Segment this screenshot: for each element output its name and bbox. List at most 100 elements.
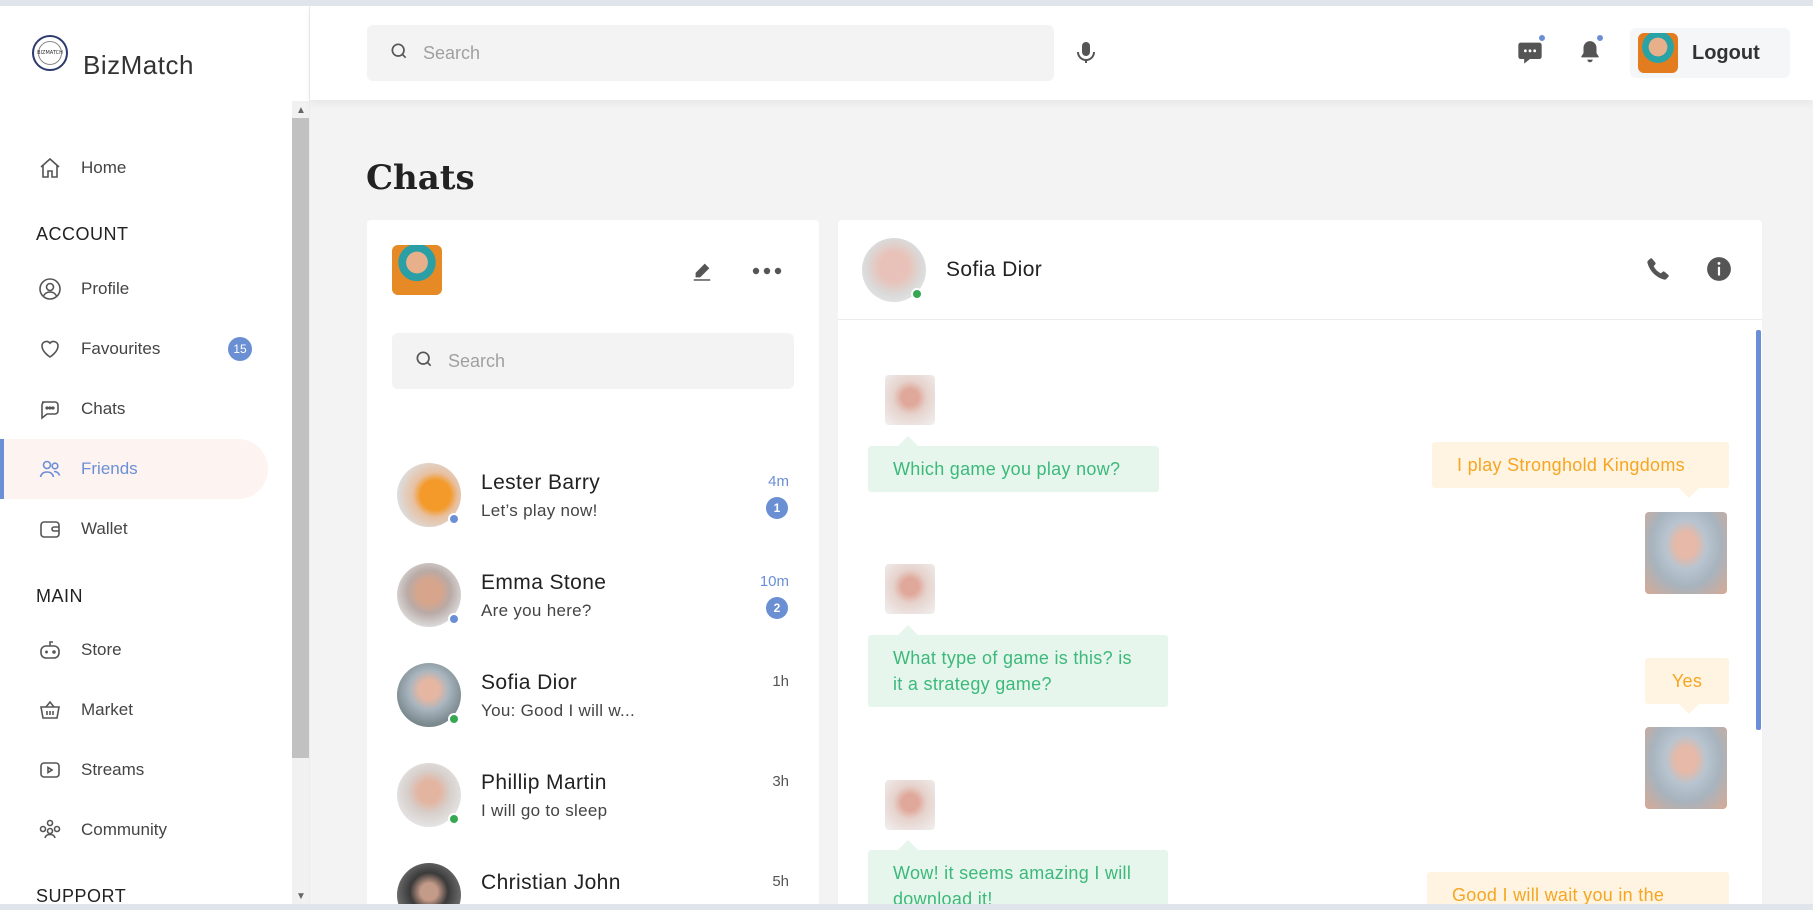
chat-search[interactable] xyxy=(392,333,794,389)
sidebar-item-label: Market xyxy=(81,700,133,719)
scroll-down-icon[interactable]: ▼ xyxy=(294,890,308,904)
my-message-avatar xyxy=(1645,727,1727,809)
chat-header: Sofia Dior xyxy=(838,220,1762,320)
info-icon[interactable] xyxy=(1704,254,1734,284)
conversation-item[interactable]: Phillip Martin I will go to sleep 3h xyxy=(367,745,819,845)
status-dot xyxy=(448,813,460,825)
message-time: 3h xyxy=(772,773,789,790)
bell-icon[interactable] xyxy=(1573,34,1607,69)
sidebar-item-label: Profile xyxy=(81,279,130,298)
message-time: 4m xyxy=(768,473,789,490)
sidebar-item-label: Chats xyxy=(81,399,126,418)
conversation-item[interactable]: Emma Stone Are you here? 10m 2 xyxy=(367,545,819,645)
sidebar-scrollbar-thumb[interactable] xyxy=(292,118,309,758)
conversation-item[interactable]: Sofia Dior You: Good I will w... 1h xyxy=(367,645,819,745)
logout-label: Logout xyxy=(1692,41,1760,64)
section-main: MAIN xyxy=(36,586,83,606)
last-message: You: Good I will w... xyxy=(481,701,636,720)
message-outgoing: I play Stronghold Kingdoms xyxy=(1432,442,1729,498)
sidebar-item-label: Community xyxy=(81,820,167,839)
sidebar-item-label: Streams xyxy=(81,760,145,779)
message-incoming: Which game you play now? xyxy=(868,436,1159,492)
users-icon xyxy=(37,456,63,482)
sidebar-item-community[interactable]: Community xyxy=(0,800,268,860)
sidebar-item-chats[interactable]: Chats xyxy=(0,379,268,439)
edit-icon[interactable] xyxy=(689,258,715,284)
window-bottom-border xyxy=(0,904,1813,910)
video-icon xyxy=(37,757,63,783)
sidebar-item-streams[interactable]: Streams xyxy=(0,740,268,800)
global-search[interactable] xyxy=(367,25,1054,81)
message-time: 1h xyxy=(772,673,789,690)
contact-name: Phillip Martin xyxy=(481,771,607,794)
unread-count-badge: 2 xyxy=(766,597,788,619)
sidebar-item-home[interactable]: Home xyxy=(0,138,268,198)
message-incoming: Wow! it seems amazing I will download it… xyxy=(868,840,1168,910)
section-support: SUPPORT xyxy=(36,886,127,904)
page-title: Chats xyxy=(366,158,475,198)
chat-search-input[interactable] xyxy=(448,350,790,372)
logo-text: BIZMATCH xyxy=(37,41,63,65)
sidebar-item-label: Friends xyxy=(81,459,138,478)
chat-list-panel: Lester Barry Let’s play now! 4m 1 Emma S… xyxy=(367,220,819,910)
sidebar-item-profile[interactable]: Profile xyxy=(0,259,268,319)
avatar xyxy=(397,863,461,910)
sidebar-item-label: Store xyxy=(81,640,122,659)
search-input[interactable] xyxy=(423,42,1022,64)
conversation-item[interactable]: Christian John Am waiting for thi... 5h xyxy=(367,845,819,910)
message-time: 10m xyxy=(759,573,789,590)
messages-scrollbar[interactable] xyxy=(1756,330,1761,730)
last-message: Let’s play now! xyxy=(481,501,598,520)
basket-icon xyxy=(37,697,63,723)
brand-name[interactable]: BizMatch xyxy=(83,50,194,81)
sender-avatar xyxy=(885,375,935,425)
contact-name: Sofia Dior xyxy=(481,671,578,694)
favourites-count-badge: 15 xyxy=(228,337,252,361)
more-options-icon[interactable] xyxy=(750,258,784,284)
sender-avatar xyxy=(885,564,935,614)
sidebar-item-label: Favourites xyxy=(81,339,161,358)
online-status-dot xyxy=(911,288,923,300)
scroll-up-icon[interactable]: ▲ xyxy=(294,104,308,118)
chat-bubble-icon xyxy=(37,396,63,422)
sender-avatar xyxy=(885,780,935,830)
last-message: Are you here? xyxy=(481,601,592,620)
contact-name: Sofia Dior xyxy=(946,258,1043,281)
sidebar-item-wallet[interactable]: Wallet xyxy=(0,499,268,559)
my-avatar[interactable] xyxy=(392,245,442,295)
search-icon xyxy=(414,349,434,374)
my-message-avatar xyxy=(1645,512,1727,594)
microphone-icon[interactable] xyxy=(1072,39,1100,67)
sidebar-item-market[interactable]: Market xyxy=(0,680,268,740)
message-time: 5h xyxy=(772,873,789,890)
sidebar-item-store[interactable]: Store xyxy=(0,620,268,680)
conversation-item[interactable]: Lester Barry Let’s play now! 4m 1 xyxy=(367,445,819,545)
message-outgoing: Yes xyxy=(1645,658,1729,714)
message-incoming: What type of game is this? is it a strat… xyxy=(868,625,1168,707)
community-icon xyxy=(37,817,63,843)
sidebar-item-friends[interactable]: Friends xyxy=(0,439,268,499)
contact-name: Lester Barry xyxy=(481,471,601,494)
sidebar: BIZMATCH BizMatch Home ACCOUNT Profile F… xyxy=(0,6,310,904)
gamepad-icon xyxy=(37,637,63,663)
phone-icon[interactable] xyxy=(1643,254,1673,284)
home-icon xyxy=(37,155,63,181)
user-circle-icon xyxy=(37,276,63,302)
status-dot xyxy=(448,513,460,525)
unread-count-badge: 1 xyxy=(766,497,788,519)
chat-window: Sofia Dior Which game you play now? I pl… xyxy=(838,220,1762,910)
last-message: I will go to sleep xyxy=(481,801,608,820)
notification-dot xyxy=(1596,34,1604,42)
search-icon xyxy=(389,41,409,66)
sidebar-item-label: Home xyxy=(81,158,127,177)
contact-name: Emma Stone xyxy=(481,571,607,594)
messages-icon[interactable] xyxy=(1513,34,1547,69)
logout-button[interactable]: Logout xyxy=(1630,28,1790,78)
wallet-icon xyxy=(37,516,63,542)
messages-unread-dot xyxy=(1538,34,1546,42)
brand-logo[interactable]: BIZMATCH xyxy=(32,35,68,71)
user-avatar xyxy=(1638,33,1678,73)
heart-icon xyxy=(37,336,63,362)
contact-name: Christian John xyxy=(481,871,621,894)
status-dot xyxy=(448,613,460,625)
